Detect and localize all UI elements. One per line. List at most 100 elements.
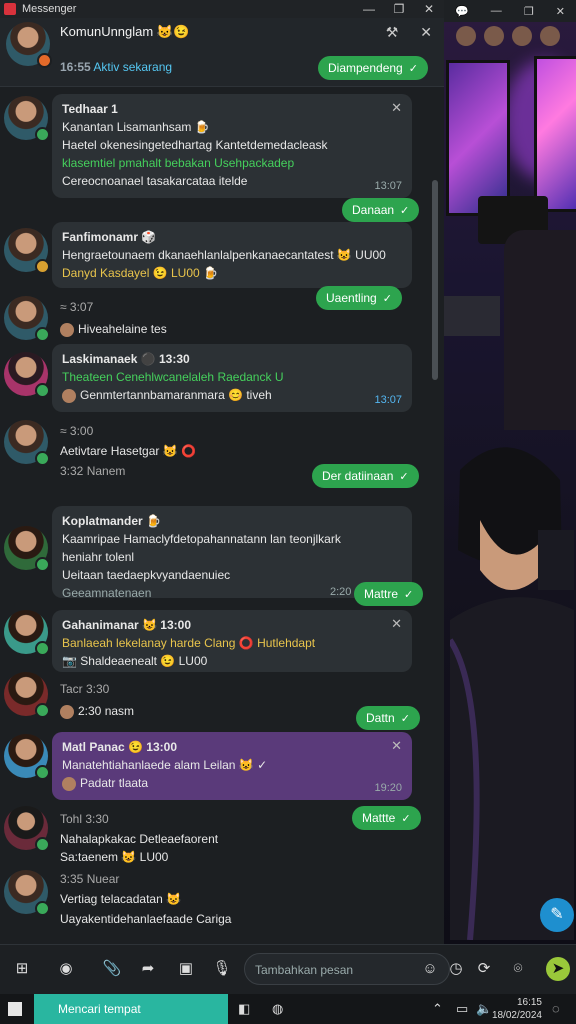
sender-name: Tedhaar 1	[62, 102, 118, 116]
minimize-button[interactable]: —	[354, 2, 384, 16]
attach-icon[interactable]: 📎	[100, 957, 124, 981]
reply-pill[interactable]: Mattte ✓	[352, 806, 421, 830]
check-icon: ✓	[408, 63, 418, 75]
sender-name: 3:35 Nuear	[60, 872, 120, 886]
notification-icon[interactable]: ◌	[552, 1001, 560, 1016]
close-button[interactable]: ✕	[414, 2, 444, 16]
taskbar-search[interactable]: Mencari tempat	[34, 994, 228, 1024]
restore-icon[interactable]: ❐	[524, 5, 534, 18]
message-line: Kanantan Lisamanhsam 🍺	[62, 120, 210, 134]
browser-icon[interactable]: ◧	[238, 1001, 250, 1017]
close-icon[interactable]: ✕	[556, 5, 565, 18]
clock-date: 18/02/2024	[491, 1010, 542, 1021]
message-line: Sa:taenem 😺 LU00	[60, 850, 169, 864]
reply-pill-label: Der datiinaan	[322, 469, 394, 483]
online-badge	[35, 259, 50, 274]
add-icon[interactable]: ⊞	[10, 957, 34, 981]
avatar[interactable]	[456, 26, 476, 46]
reply-pill-label: Dattn	[366, 711, 395, 725]
new-chat-button[interactable]: ✎	[540, 898, 574, 932]
message-bubble[interactable]: Laskimanaek ⚫ 13:30 Theateen Cenehlwcane…	[52, 344, 412, 412]
sender-name: Laskimanaek ⚫ 13:30	[62, 352, 190, 366]
app-icon	[4, 3, 16, 15]
sender-avatar[interactable]	[4, 526, 50, 572]
message-time: 13:07	[374, 180, 402, 192]
close-icon[interactable]: ✕	[391, 616, 402, 632]
camera-icon[interactable]: ⌾	[506, 957, 530, 981]
check-icon: ✓	[399, 471, 409, 483]
message-line: 2:30 nasm	[60, 704, 134, 719]
minimize-icon[interactable]: —	[491, 5, 502, 17]
scrollbar[interactable]	[432, 180, 438, 380]
app-icon[interactable]: ◍	[272, 1001, 283, 1017]
online-badge	[35, 703, 50, 718]
send-button[interactable]: ➤	[546, 957, 570, 981]
gamer-figure	[450, 447, 574, 940]
message-line: Hiveahelaine tes	[60, 322, 167, 337]
close-icon[interactable]: ✕	[391, 100, 402, 116]
gif-icon[interactable]: ▣	[174, 957, 198, 981]
sender-avatar[interactable]	[4, 870, 50, 916]
header-status-pill[interactable]: Diampendeng ✓	[318, 56, 428, 80]
reply-pill[interactable]: Dattn ✓	[356, 706, 420, 730]
mini-avatar	[60, 704, 74, 719]
sender-avatar[interactable]	[4, 296, 50, 342]
reply-pill[interactable]: Mattre ✓	[354, 582, 424, 606]
avatar[interactable]	[540, 26, 560, 46]
close-chat-icon[interactable]: ✕	[420, 24, 432, 41]
sticker-icon[interactable]: ◉	[54, 957, 78, 981]
clock[interactable]: 16:15 18/02/2024	[492, 996, 542, 1022]
message-line: Genmtertannbamaranmara 😊 tiveh	[62, 386, 402, 404]
sender-avatar[interactable]	[4, 806, 50, 852]
chat-icon[interactable]: 💬	[455, 5, 469, 18]
message-bubble[interactable]: Tedhaar 1 Kanantan Lisamanhsam 🍺 Haetel …	[52, 94, 412, 198]
sender-avatar[interactable]	[4, 672, 50, 718]
reply-pill[interactable]: Der datiinaan ✓	[312, 464, 419, 488]
sender-avatar[interactable]	[4, 96, 50, 142]
sender-avatar[interactable]	[4, 420, 50, 466]
sender-avatar[interactable]	[4, 610, 50, 656]
mic-icon[interactable]: 🎙	[210, 957, 234, 981]
restore-button[interactable]: ❐	[384, 2, 414, 16]
message-line: Haetel okenesingetedhartag Kantetdemedac…	[62, 138, 328, 152]
monitor	[534, 56, 576, 212]
chat-list[interactable]: Tedhaar 1 Kanantan Lisamanhsam 🍺 Haetel …	[0, 86, 444, 944]
message-bubble[interactable]: Fanfimonamr 🎲 Hengraetounaem dkanaehlanl…	[52, 222, 412, 288]
status-time: 16:55	[60, 60, 91, 74]
chevron-up-icon[interactable]: ⌃	[432, 1001, 443, 1017]
monitor	[446, 60, 510, 216]
contact-avatar[interactable]	[6, 22, 52, 68]
sender-name: Tacr 3:30	[60, 682, 110, 696]
share-icon[interactable]: ➦	[136, 957, 160, 981]
sender-name: Tohl 3:30	[60, 812, 109, 826]
pin-icon[interactable]: ⚒	[386, 24, 399, 41]
emoji-icon[interactable]: ☺	[418, 957, 442, 981]
online-badge	[35, 765, 50, 780]
network-icon[interactable]: ▭	[456, 1001, 468, 1017]
sender-name: Matl Panac 😉 13:00	[62, 740, 177, 754]
reply-pill-label: Uaentling	[326, 291, 377, 305]
timer-icon[interactable]: ◷	[444, 957, 468, 981]
clock-time: 16:15	[516, 997, 542, 1008]
status-link[interactable]: Aktiv sekarang	[93, 60, 172, 74]
message-time: 19:20	[374, 782, 402, 794]
reply-pill[interactable]: Uaentling ✓	[316, 286, 402, 310]
background-image: 💬 — ❐ ✕	[444, 0, 576, 944]
close-icon[interactable]: ✕	[391, 738, 402, 754]
avatar[interactable]	[512, 26, 532, 46]
refresh-icon[interactable]: ⟳	[472, 957, 496, 981]
keyboard	[444, 296, 500, 336]
avatar[interactable]	[484, 26, 504, 46]
message-bubble[interactable]: Matl Panac 😉 13:00 Manatehtiahanlaede al…	[52, 732, 412, 800]
message-time: 13:07	[374, 394, 402, 406]
volume-icon[interactable]: 🔈	[476, 1001, 492, 1017]
sender-avatar[interactable]	[4, 228, 50, 274]
reply-pill[interactable]: Danaan ✓	[342, 198, 420, 222]
start-button[interactable]	[8, 1002, 22, 1016]
sender-avatar[interactable]	[4, 352, 50, 398]
online-badge	[35, 901, 50, 916]
contact-name[interactable]: KomunUnnglam 😺😉	[60, 24, 189, 40]
sender-avatar[interactable]	[4, 734, 50, 780]
message-bubble[interactable]: Gahanimanar 😺 13:00 Banlaeah lekelanay h…	[52, 610, 412, 672]
message-line: Uayakentidehanlaefaade Cariga	[60, 912, 232, 926]
